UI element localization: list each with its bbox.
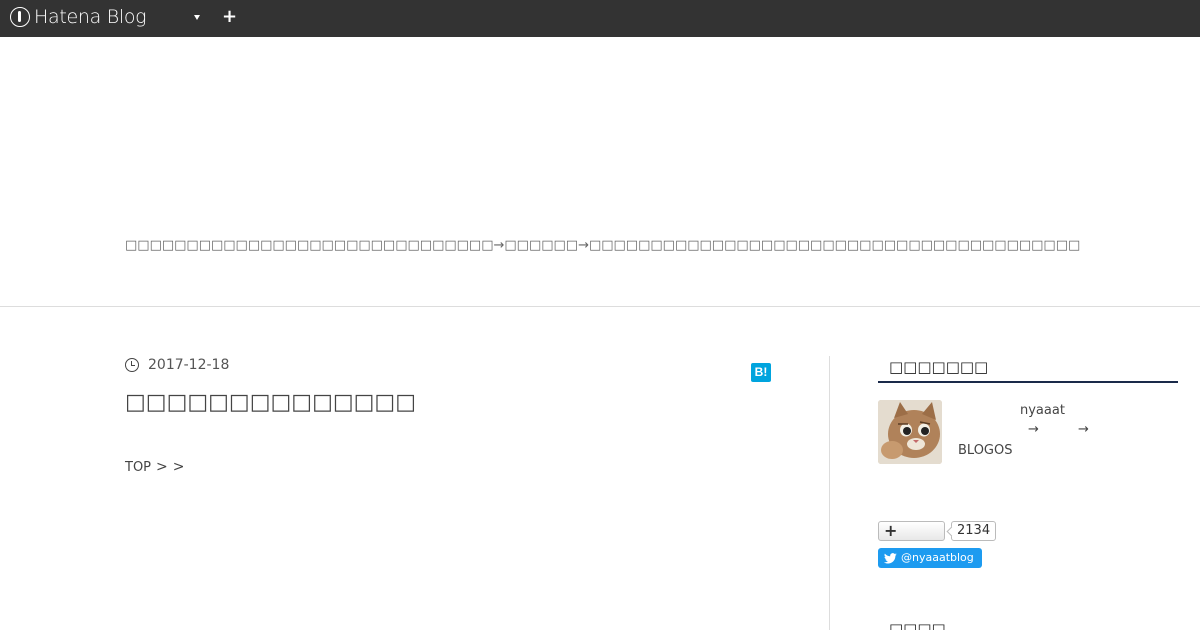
twitter-handle: @nyaaatblog [901, 551, 974, 564]
header-divider [0, 306, 1200, 307]
hatena-bookmark-button[interactable]: B! [751, 363, 771, 382]
hatena-logo-icon [10, 7, 30, 27]
profile-arrow: → [1078, 422, 1089, 437]
global-header: Hatena Blog + [0, 0, 1200, 37]
profile-name[interactable]: nyaaat [1020, 403, 1065, 418]
twitter-bird-icon [884, 552, 897, 563]
profile-heading-text: □□□□□□□ [889, 358, 989, 376]
blog-description: □□□□□□□□□□□□□□□□□□□□□□□□□□□□□□→□□□□□□→□□… [125, 238, 1081, 253]
avatar[interactable] [878, 400, 942, 464]
breadcrumb-separator: > [156, 459, 168, 475]
entry-title[interactable]: □□□□□□□□□□□□□□ [125, 390, 416, 415]
sidebar-section-heading: □□□□ [889, 620, 946, 630]
clock-icon [125, 358, 139, 372]
breadcrumb: TOP > > [125, 459, 184, 475]
profile-blogos-text: BLOGOS [958, 443, 1013, 458]
hatena-blog-logo[interactable]: Hatena Blog [10, 6, 147, 28]
breadcrumb-separator: > [172, 459, 185, 475]
twitter-follow-button[interactable]: @nyaaatblog [878, 548, 982, 568]
profile-heading: □□□□□□□ [878, 358, 1178, 383]
chevron-down-icon[interactable] [194, 15, 200, 20]
breadcrumb-top-link[interactable]: TOP [125, 460, 151, 475]
brand-name: Hatena Blog [34, 6, 147, 28]
add-post-button[interactable]: + [222, 7, 237, 27]
column-divider [829, 356, 830, 630]
follow-button[interactable]: + [878, 521, 945, 541]
follower-count: 2134 [951, 521, 997, 541]
plus-icon: + [884, 521, 898, 540]
entry-date: 2017-12-18 [125, 357, 229, 373]
entry-date-text[interactable]: 2017-12-18 [148, 357, 229, 373]
profile-arrow: → [1028, 422, 1039, 437]
cat-avatar-image [878, 400, 942, 464]
